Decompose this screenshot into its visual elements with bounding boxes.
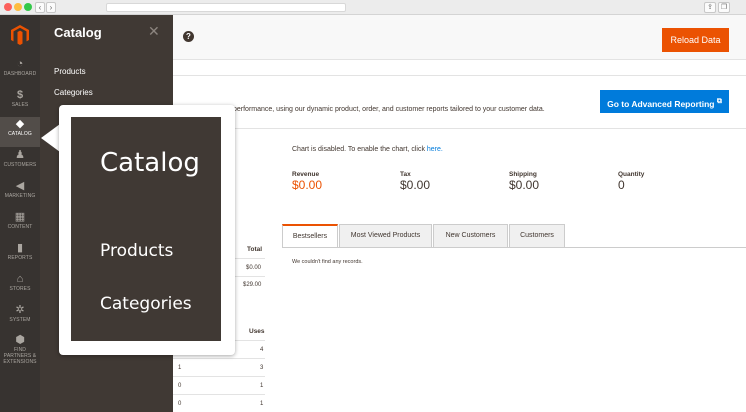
- table-cell: 3: [260, 365, 264, 371]
- nav-find-partners[interactable]: ⬢ FIND PARTNERS & EXTENSIONS: [0, 333, 40, 369]
- table-cell: 4: [260, 347, 264, 353]
- stat-revenue-label: Revenue: [292, 171, 320, 178]
- person-icon: ♟: [15, 149, 25, 161]
- nav-label: MARKETING: [4, 193, 36, 199]
- table-rule: [173, 358, 265, 359]
- nav-marketing[interactable]: ◀ MARKETING: [0, 179, 40, 209]
- no-records-message: We couldn't find any records.: [292, 259, 363, 265]
- close-window-button[interactable]: [4, 3, 12, 11]
- stat-shipping-value: $0.00: [509, 178, 540, 192]
- table-rule: [173, 394, 265, 395]
- store-icon: ⌂: [16, 273, 24, 285]
- tab-bestsellers[interactable]: Bestsellers: [282, 224, 338, 248]
- callout-title: Catalog: [100, 148, 200, 178]
- table-cell: 1: [260, 401, 264, 407]
- magento-logo[interactable]: [0, 15, 40, 55]
- nav-sales[interactable]: $ SALES: [0, 88, 40, 118]
- tab-customers[interactable]: Customers: [509, 224, 565, 248]
- table-header-total: Total: [247, 246, 263, 253]
- gauge-icon: ◔: [16, 58, 24, 70]
- nav-label: SALES: [11, 102, 29, 108]
- layout-icon: ▦: [14, 211, 26, 223]
- stat-quantity-label: Quantity: [618, 171, 645, 178]
- megaphone-icon: ◀: [15, 180, 25, 192]
- nav-label: STORES: [9, 286, 31, 292]
- advanced-reporting-label: Go to Advanced Reporting: [607, 98, 715, 109]
- nav-label: REPORTS: [7, 255, 33, 261]
- table-cell: $29.00: [243, 282, 262, 288]
- nav-customers[interactable]: ♟ CUSTOMERS: [0, 148, 40, 178]
- nav-label: CONTENT: [7, 224, 33, 230]
- tabs-icon[interactable]: ❐: [718, 2, 730, 13]
- table-cell: 1: [178, 365, 182, 371]
- chart-msg-text: Chart is disabled. To enable the chart, …: [292, 146, 427, 153]
- nav-label: SYSTEM: [9, 317, 31, 323]
- share-icon[interactable]: ⇪: [704, 2, 716, 13]
- zoom-window-button[interactable]: [24, 3, 32, 11]
- stat-revenue-value: $0.00: [292, 178, 323, 192]
- nav-catalog[interactable]: ◆ CATALOG: [0, 117, 40, 147]
- table-cell: 0: [178, 383, 182, 389]
- cube-icon: ◆: [15, 118, 25, 130]
- nav-system[interactable]: ✲ SYSTEM: [0, 303, 40, 333]
- submenu-title: Catalog: [54, 25, 102, 40]
- stat-tax-value: $0.00: [400, 178, 431, 192]
- box-icon: ⬢: [15, 334, 25, 346]
- tab-new-customers[interactable]: New Customers: [433, 224, 508, 248]
- tab-most-viewed-products[interactable]: Most Viewed Products: [339, 224, 432, 248]
- minimize-window-button[interactable]: [14, 3, 22, 11]
- table-cell: 1: [260, 383, 264, 389]
- zoom-callout: Catalog Products Categories: [59, 105, 235, 355]
- back-button[interactable]: ‹: [35, 2, 45, 13]
- table-cell: 0: [178, 401, 182, 407]
- advanced-reporting-button[interactable]: Go to Advanced Reporting ⧉: [600, 90, 729, 113]
- admin-sidebar: ◔ DASHBOARD $ SALES ◆ CATALOG ♟ CUSTOMER…: [0, 15, 40, 412]
- nav-label: CUSTOMERS: [3, 162, 37, 168]
- chart-disabled-message: Chart is disabled. To enable the chart, …: [292, 146, 443, 153]
- divider: [173, 128, 746, 129]
- help-icon[interactable]: ?: [183, 31, 194, 42]
- browser-toolbar: ‹ › ⇪ ❐: [0, 0, 746, 15]
- external-link-icon: ⧉: [716, 97, 722, 105]
- dollar-icon: $: [16, 89, 24, 101]
- stat-quantity-value: 0: [618, 178, 625, 192]
- table-cell: $0.00: [246, 265, 262, 271]
- address-bar[interactable]: [106, 3, 346, 12]
- nav-label: FIND PARTNERS & EXTENSIONS: [3, 347, 37, 365]
- nav-content[interactable]: ▦ CONTENT: [0, 210, 40, 240]
- dashboard-main: ? Reload Data performance, using our dyn…: [173, 15, 746, 412]
- close-icon[interactable]: ✕: [148, 23, 160, 40]
- stat-tax-label: Tax: [400, 171, 411, 178]
- table-rule: [173, 376, 265, 377]
- submenu-link-products[interactable]: Products: [54, 67, 86, 76]
- callout-link-categories[interactable]: Categories: [100, 294, 192, 314]
- intro-text: performance, using our dynamic product, …: [233, 106, 545, 113]
- nav-label: DASHBOARD: [3, 71, 37, 77]
- table-header-uses: Uses: [249, 328, 265, 335]
- nav-stores[interactable]: ⌂ STORES: [0, 272, 40, 302]
- bar-chart-icon: ▮: [16, 242, 24, 254]
- enable-chart-link[interactable]: here.: [427, 146, 443, 153]
- nav-label: CATALOG: [8, 131, 32, 137]
- reload-data-button[interactable]: Reload Data: [662, 28, 729, 52]
- gear-icon: ✲: [15, 304, 25, 316]
- stat-shipping-label: Shipping: [509, 171, 537, 178]
- tabs-baseline: [282, 247, 746, 248]
- divider: [173, 75, 746, 76]
- page-header: ? Reload Data: [173, 15, 746, 60]
- callout-panel: Catalog Products Categories: [71, 117, 221, 341]
- callout-arrow: [41, 124, 60, 152]
- magento-logo-icon: [11, 25, 29, 45]
- nav-reports[interactable]: ▮ REPORTS: [0, 241, 40, 271]
- forward-button[interactable]: ›: [46, 2, 56, 13]
- nav-dashboard[interactable]: ◔ DASHBOARD: [0, 57, 40, 87]
- submenu-link-categories[interactable]: Categories: [54, 88, 93, 97]
- callout-link-products[interactable]: Products: [100, 241, 173, 261]
